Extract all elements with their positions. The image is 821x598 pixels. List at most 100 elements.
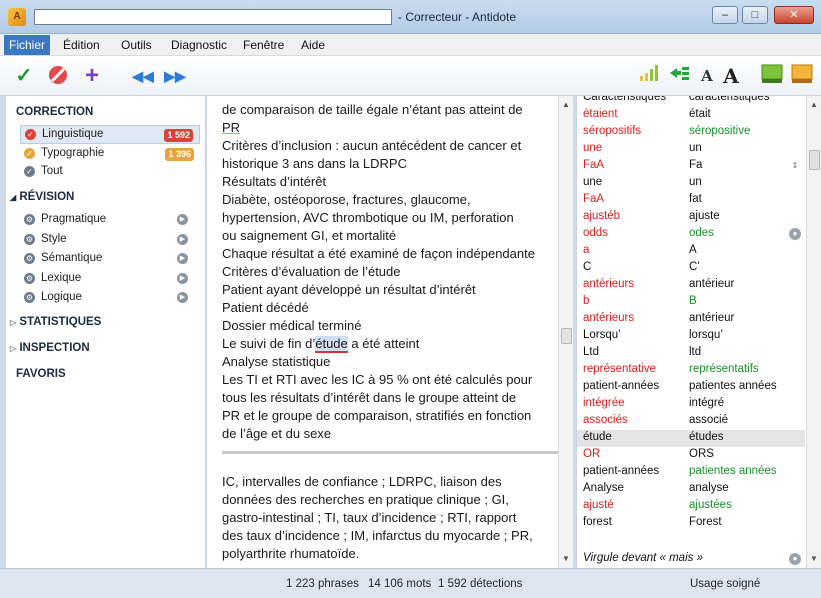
correction-row[interactable]: étaient était [577,107,805,124]
correction-row[interactable]: associés associé [577,413,805,430]
cancel-icon[interactable] [46,64,70,88]
chevron-right-icon[interactable]: ▶ [177,214,188,225]
scrollbar-thumb[interactable] [809,150,820,170]
scroll-down-icon[interactable]: ▼ [810,554,818,563]
sidebar-item-lexique[interactable]: ⚙ Lexique ▶ [20,270,200,289]
correction-row[interactable]: FaA Fa ⇕ [577,158,805,175]
corrections-scrollbar[interactable]: ▲ ▼ [806,96,821,568]
corrections-row-last[interactable]: Virgule devant « mais » ● [577,551,805,568]
correction-row[interactable]: forest Forest [577,515,805,532]
correction-row[interactable]: une un [577,141,805,158]
usage-level[interactable]: Usage soigné [690,578,760,590]
scroll-down-icon[interactable]: ▼ [562,554,570,563]
correction-row[interactable]: une un [577,175,805,192]
correction-row[interactable]: Analyse analyse [577,481,805,498]
revision-header[interactable]: ◢ RÉVISION [10,191,74,203]
correction-row[interactable]: Caractéristiques caractéristiques [577,96,805,107]
document-scrollbar[interactable]: ▲ ▼ [558,96,573,568]
original-word: étaient [583,108,618,120]
original-word: Lorsqu’ [583,329,621,341]
suggested-word: caractéristiques [689,96,770,103]
toolbar: ✓ + ◀◀ ▶▶ A A [0,56,821,96]
doc-line: Résultats d’intérêt [222,174,327,189]
doc-line: PR [222,120,240,135]
scrollbar-thumb[interactable] [561,328,572,344]
minimize-button[interactable]: – [712,6,738,24]
checkmark-icon[interactable]: ✓ [12,64,36,88]
favoris-header[interactable]: FAVORIS [16,368,66,380]
inspection-header[interactable]: ▷ INSPECTION [10,342,90,354]
antidote-logo-icon[interactable]: A [8,8,26,26]
correction-header[interactable]: CORRECTION [16,106,93,118]
maximize-button[interactable]: □ [742,6,768,24]
fast-forward-icon[interactable]: ▶▶ [164,64,186,88]
scroll-up-icon[interactable]: ▲ [562,100,570,109]
font-large-icon[interactable]: A [720,64,742,88]
menu-fenetre[interactable]: Fenêtre [238,37,289,53]
suggested-word: un [689,142,702,154]
correction-row[interactable]: intégrée intégré [577,396,805,413]
original-word: une [583,142,603,154]
correction-row[interactable]: Ltd ltd [577,345,805,362]
menu-edition[interactable]: Édition [58,37,105,53]
statistiques-header[interactable]: ▷ STATISTIQUES [10,316,101,328]
sidebar-item-linguistique[interactable]: ✓ Linguistique 1 592 [20,125,200,144]
chevron-right-icon[interactable]: ▶ [177,234,188,245]
corrections-panel: Caractéristiques caractéristiques étaient é… [576,96,821,568]
detection-count: 1 592 détections [438,578,523,590]
original-word: Ltd [583,346,599,358]
correction-row[interactable]: séropositifs séropositive [577,124,805,141]
suggested-word: A [689,244,697,256]
sidebar-item-style[interactable]: ⚙ Style ▶ [20,231,200,250]
menu-outils[interactable]: Outils [116,37,157,53]
correction-row[interactable]: C C’ [577,260,805,277]
correction-row[interactable]: ajusté ajustées [577,498,805,515]
correction-row[interactable]: antérieurs antérieur [577,277,805,294]
info-icon[interactable]: ● [789,553,801,565]
doc-line: Diabète, ostéoporose, fractures, glaucom… [222,192,471,207]
suggested-word: fat [689,193,702,205]
flagged-word[interactable]: PR [222,120,240,135]
menu-fichier[interactable]: Fichier [4,35,51,55]
menu-diagnostic[interactable]: Diagnostic [166,37,232,53]
correction-row[interactable]: Lorsqu’ lorsqu’ [577,328,805,345]
scroll-up-icon[interactable]: ▲ [810,100,818,109]
suggested-word: ajuste [689,210,720,222]
correction-row[interactable]: bB [577,294,805,311]
check-icon: ✓ [24,148,35,159]
correction-row[interactable]: odds odes ● [577,226,805,243]
sidebar-item-typographie[interactable]: ✓ Typographie 1 396 [20,145,200,164]
close-button[interactable]: ✕ [774,6,814,24]
arrow-list-icon[interactable] [668,64,690,88]
correction-row[interactable]: OR ORS [577,447,805,464]
correction-row[interactable]: patient-années patientes années [577,464,805,481]
add-icon[interactable]: + [80,64,104,88]
green-book-icon[interactable] [760,64,784,88]
correction-row[interactable]: ajustéb ajuste [577,209,805,226]
doc-line: PR et le groupe de comparaison, stratifi… [222,408,532,423]
chevron-right-icon[interactable]: ▶ [177,292,188,303]
chevron-right-icon[interactable]: ▶ [177,273,188,284]
correction-row[interactable]: patient-années patientes années [577,379,805,396]
correction-row[interactable]: FaA fat [577,192,805,209]
correction-row[interactable]: aA [577,243,805,260]
font-small-icon[interactable]: A [698,64,716,88]
signal-icon[interactable] [638,64,660,88]
sort-icon[interactable]: ⇕ [789,160,801,172]
correction-description: Virgule devant « mais » [583,552,703,564]
selected-word[interactable]: étude [315,336,348,353]
orange-book-icon[interactable] [790,64,814,88]
correction-row[interactable]: étude études [577,430,805,447]
correction-row[interactable]: représentative représentatifs [577,362,805,379]
sidebar-item-semantique[interactable]: ⚙ Sémantique ▶ [20,250,200,269]
info-icon[interactable]: ● [789,228,801,240]
sidebar-item-logique[interactable]: ⚙ Logique ▶ [20,289,200,308]
chevron-right-icon[interactable]: ▶ [177,253,188,264]
sidebar-item-tout[interactable]: ✓ Tout [20,163,200,182]
correction-row[interactable]: antérieurs antérieur [577,311,805,328]
menu-aide[interactable]: Aide [296,37,330,53]
rewind-icon[interactable]: ◀◀ [132,64,154,88]
sidebar-item-pragmatique[interactable]: ⚙ Pragmatique ▶ [20,211,200,230]
sidebar-item-label: Lexique [41,272,82,284]
document-text-area[interactable]: de comparaison de taille égale n’étant p… [207,96,573,568]
